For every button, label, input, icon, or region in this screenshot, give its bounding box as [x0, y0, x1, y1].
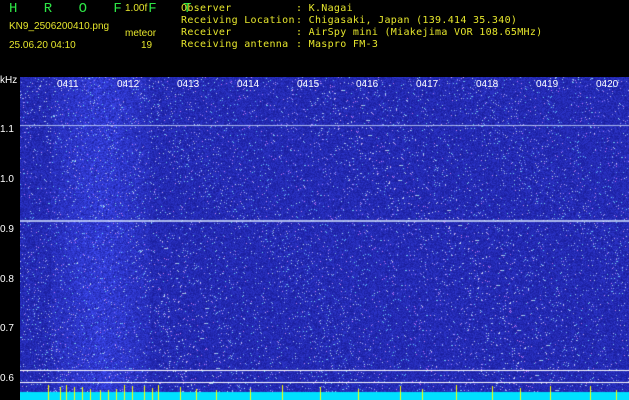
x-tick-label: 0416 — [356, 79, 379, 90]
receiver-label: Receiver — [181, 27, 232, 38]
observer-label: Observer — [181, 3, 232, 14]
spectrogram-plot — [20, 77, 629, 400]
image-filename: KN9_2506200410.png — [9, 21, 110, 32]
y-axis-unit: kHz — [0, 75, 18, 86]
receiver-value: : AirSpy mini (Miakejima VOR 108.65MHz) — [296, 27, 543, 38]
x-tick-label: 0414 — [237, 79, 260, 90]
x-tick-label: 0420 — [596, 79, 619, 90]
observer-value: : K.Nagai — [296, 3, 353, 14]
capture-datetime: 25.06.20 04:10 — [9, 40, 76, 51]
y-tick-label: 0.6 — [0, 373, 14, 384]
x-tick-label: 0418 — [476, 79, 499, 90]
app-brand: H R O F F T — [9, 1, 201, 17]
y-tick-label: 0.8 — [0, 274, 14, 285]
location-label: Receiving Location — [181, 15, 295, 26]
header-panel: H R O F F T 1.00f KN9_2506200410.png met… — [0, 0, 629, 76]
y-tick-label: 0.7 — [0, 323, 14, 334]
x-tick-label: 0419 — [536, 79, 559, 90]
meteor-count: 19 — [141, 40, 153, 51]
y-tick-label: 1.0 — [0, 174, 14, 185]
antenna-label: Receiving antenna — [181, 39, 289, 50]
app-version: 1.00f — [125, 3, 148, 14]
meteor-label: meteor — [125, 28, 157, 39]
y-tick-label: 0.9 — [0, 224, 14, 235]
x-tick-label: 0412 — [117, 79, 140, 90]
antenna-value: : Maspro FM-3 — [296, 39, 379, 50]
location-value: : Chigasaki, Japan (139.414 35.340) — [296, 15, 518, 26]
x-tick-label: 0415 — [297, 79, 320, 90]
waterfall-canvas — [20, 77, 629, 400]
x-tick-label: 0413 — [177, 79, 200, 90]
x-tick-label: 0417 — [416, 79, 439, 90]
x-tick-label: 0411 — [57, 79, 79, 90]
y-tick-label: 1.1 — [0, 124, 14, 135]
